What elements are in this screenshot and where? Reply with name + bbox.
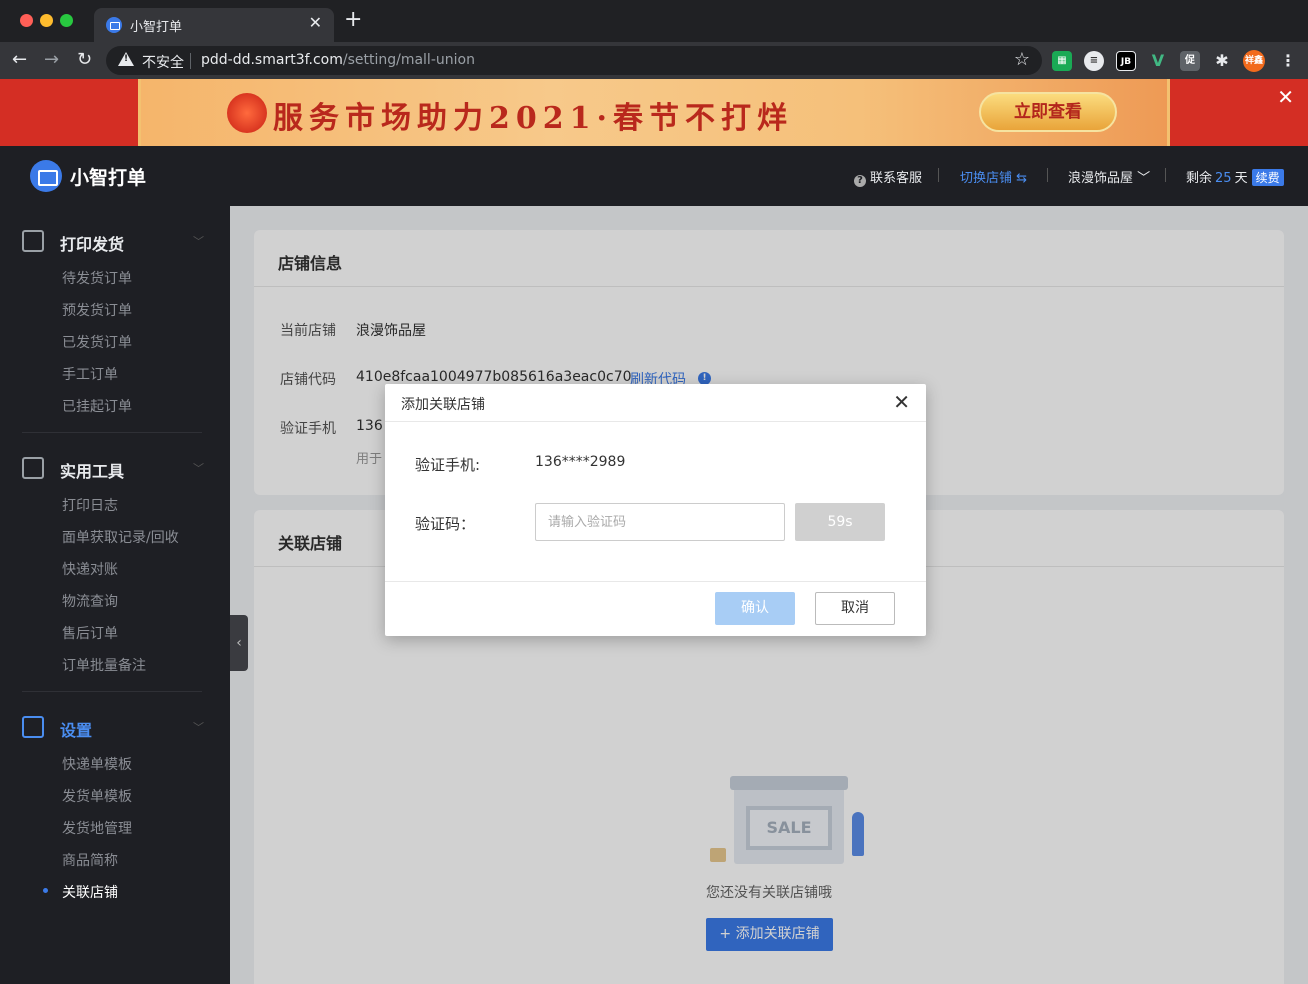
extension-grid-icon[interactable]: ▦ (1052, 51, 1072, 71)
reload-icon[interactable]: ↻ (77, 48, 92, 72)
store-dropdown[interactable]: 浪漫饰品屋 ﹀ (1068, 167, 1150, 186)
dialog-phone-value: 136****2989 (535, 454, 626, 470)
switch-store-link[interactable]: 切换店铺 ⇆ (960, 167, 1027, 186)
chevron-down-icon[interactable]: ﹀ (193, 233, 204, 249)
extension-cu-icon[interactable]: 促 (1180, 51, 1200, 71)
sidebar-group-tools[interactable]: 实用工具 (60, 458, 124, 482)
remaining-days: 剩余 25 天续费 (1186, 167, 1284, 186)
active-item-dot (43, 888, 48, 893)
printer-icon (22, 230, 44, 252)
promo-inner[interactable]: 服务市场助力2021·春节不打烊 立即查看 (138, 79, 1170, 146)
sidebar: 打印发货 ﹀ 待发货订单 预发货订单 已发货订单 手工订单 已挂起订单 实用工具… (0, 206, 230, 984)
browser-menu-icon[interactable]: ⋮ (1278, 51, 1298, 71)
help-link[interactable]: ? 联系客服 (854, 167, 922, 187)
confirm-button[interactable]: 确认 (715, 592, 795, 625)
browser-toolbar: ← → ↻ 不安全 pdd-dd.smart3f.com/setting/mal… (0, 42, 1308, 79)
extension-jb-icon[interactable]: JB (1116, 51, 1136, 71)
remain-unit: 天 (1234, 171, 1248, 186)
printer-logo-icon (30, 160, 62, 192)
sidebar-item-express-template[interactable]: 快递单模板 (62, 754, 132, 774)
settings-icon (22, 716, 44, 738)
tab-close-icon[interactable]: ✕ (309, 13, 322, 32)
cancel-button[interactable]: 取消 (815, 592, 895, 625)
store-name: 浪漫饰品屋 (1068, 171, 1134, 186)
lantern-icon (227, 93, 267, 133)
add-linked-store-dialog: 添加关联店铺 ✕ 验证手机: 136****2989 验证码： 59s 确认 取… (385, 384, 926, 636)
search-doc-icon (22, 457, 44, 479)
warning-icon (118, 52, 134, 66)
sidebar-group-settings[interactable]: 设置 (60, 717, 92, 741)
insecure-label[interactable]: 不安全 (142, 52, 184, 72)
window-minimize-button[interactable] (40, 14, 53, 27)
new-tab-button[interactable]: + (344, 9, 362, 31)
dialog-code-label: 验证码： (415, 515, 476, 533)
back-arrow-icon[interactable]: ← (12, 48, 27, 72)
sidebar-item-after-sale-orders[interactable]: 售后订单 (62, 623, 118, 643)
header-separator (1047, 168, 1048, 182)
browser-titlebar: 小智打单 ✕ + (0, 0, 1308, 42)
url-divider (190, 53, 191, 69)
sidebar-item-pre-ship-orders[interactable]: 预发货订单 (62, 300, 132, 320)
sidebar-item-print-log[interactable]: 打印日志 (62, 495, 118, 515)
promo-view-button[interactable]: 立即查看 (979, 92, 1117, 132)
address-bar[interactable]: 不安全 pdd-dd.smart3f.com/setting/mall-unio… (106, 46, 1042, 75)
sidebar-item-shipped-orders[interactable]: 已发货订单 (62, 332, 132, 352)
url-host: pdd-dd.smart3f.com (201, 52, 343, 68)
sidebar-divider (22, 432, 202, 433)
extension-vue-icon[interactable]: V (1148, 51, 1168, 71)
dialog-footer: 确认 取消 (385, 581, 926, 636)
sidebar-item-ship-address[interactable]: 发货地管理 (62, 818, 132, 838)
chevron-down-icon: ﹀ (1137, 171, 1151, 186)
dialog-title: 添加关联店铺 (401, 397, 485, 413)
window-zoom-button[interactable] (60, 14, 73, 27)
app-name: 小智打单 (70, 167, 147, 189)
dialog-close-icon[interactable]: ✕ (893, 390, 910, 414)
sidebar-item-waybill-records[interactable]: 面单获取记录/回收 (62, 527, 179, 547)
sidebar-item-product-alias[interactable]: 商品简称 (62, 850, 118, 870)
header-separator (1165, 168, 1166, 182)
app-favicon-icon (106, 17, 122, 33)
forward-arrow-icon[interactable]: → (44, 48, 59, 72)
chevron-down-icon[interactable]: ﹀ (193, 719, 204, 735)
help-label: 联系客服 (870, 171, 923, 186)
header-separator (938, 168, 939, 182)
sidebar-group-print[interactable]: 打印发货 (60, 231, 124, 255)
sidebar-item-manual-orders[interactable]: 手工订单 (62, 364, 118, 384)
extensions-puzzle-icon[interactable]: ✱ (1212, 51, 1232, 71)
sidebar-item-batch-remarks[interactable]: 订单批量备注 (62, 655, 146, 675)
tab-title: 小智打单 (130, 20, 183, 35)
url-text[interactable]: pdd-dd.smart3f.com/setting/mall-union (201, 52, 475, 68)
sidebar-divider (22, 691, 202, 692)
bookmark-star-icon[interactable]: ☆ (1014, 49, 1030, 70)
remain-prefix: 剩余 (1186, 171, 1213, 186)
sidebar-item-linked-stores[interactable]: 关联店铺 (62, 882, 118, 902)
url-path: /setting/mall-union (342, 52, 475, 68)
remain-days-value: 25 (1215, 171, 1232, 186)
window-close-button[interactable] (20, 14, 33, 27)
renew-button[interactable]: 续费 (1251, 169, 1284, 186)
chevron-down-icon[interactable]: ﹀ (193, 460, 204, 476)
sidebar-item-suspended-orders[interactable]: 已挂起订单 (62, 396, 132, 416)
sidebar-collapse-handle[interactable]: ‹ (230, 615, 248, 671)
question-icon: ? (854, 175, 866, 187)
resend-code-countdown-button[interactable]: 59s (795, 503, 885, 541)
verification-code-input[interactable] (535, 503, 785, 541)
dialog-header: 添加关联店铺 ✕ (385, 384, 926, 422)
profile-avatar[interactable]: 祥鑫 (1243, 50, 1265, 72)
sidebar-item-shipping-template[interactable]: 发货单模板 (62, 786, 132, 806)
sidebar-item-express-reconcile[interactable]: 快递对账 (62, 559, 118, 579)
dialog-phone-label: 验证手机: (415, 456, 481, 474)
app-header: 小智打单 ? 联系客服 切换店铺 ⇆ 浪漫饰品屋 ﹀ 剩余 25 天续费 (0, 146, 1308, 206)
browser-tab[interactable]: 小智打单 ✕ (94, 8, 334, 42)
promo-close-icon[interactable]: ✕ (1277, 85, 1294, 109)
promo-text: 服务市场助力2021·春节不打烊 (273, 101, 793, 136)
sidebar-item-pending-orders[interactable]: 待发货订单 (62, 268, 132, 288)
sidebar-item-logistics-query[interactable]: 物流查询 (62, 591, 118, 611)
promo-banner: 服务市场助力2021·春节不打烊 立即查看 ✕ (0, 79, 1308, 146)
extension-lines-icon[interactable]: ≡ (1084, 51, 1104, 71)
